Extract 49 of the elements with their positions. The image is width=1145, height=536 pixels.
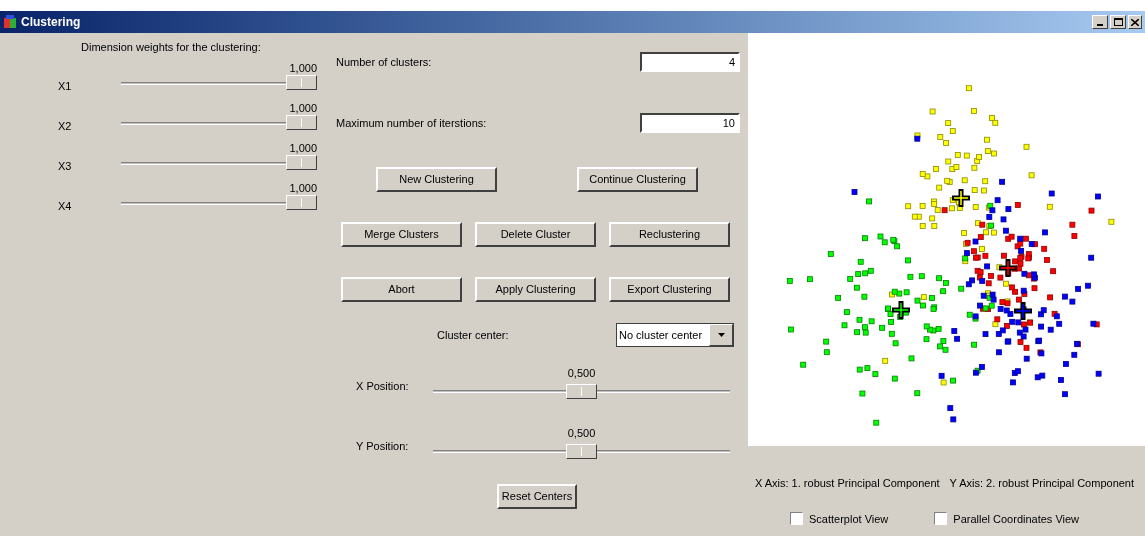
checkbox[interactable] bbox=[790, 512, 803, 526]
axis-label: X Axis: 1. robust Principal Component bbox=[754, 476, 940, 491]
slider-thumb[interactable] bbox=[566, 444, 597, 459]
cube-icon bbox=[3, 15, 17, 29]
action-button[interactable]: Reclustering bbox=[609, 222, 730, 247]
checkbox[interactable] bbox=[934, 512, 948, 526]
minimize-icon bbox=[1097, 24, 1103, 26]
slider-value: 1,000 bbox=[289, 182, 317, 194]
action-button[interactable]: Apply Clustering bbox=[475, 277, 596, 302]
field-label: Cluster center: bbox=[437, 327, 510, 343]
dropdown-arrow-icon bbox=[717, 333, 725, 337]
maximize-icon bbox=[1113, 18, 1123, 26]
slider-label: X1 bbox=[58, 80, 72, 92]
slider-label: Y Position: bbox=[356, 440, 409, 452]
minimize-button[interactable] bbox=[1092, 15, 1108, 29]
cluster-center-dropdown[interactable]: No cluster center bbox=[616, 323, 734, 347]
action-button[interactable]: New Clustering bbox=[376, 167, 497, 192]
slider-label: X3 bbox=[58, 160, 72, 172]
checkbox-label: Scatterplot View bbox=[809, 511, 889, 527]
slider-value: 0,500 bbox=[567, 367, 596, 379]
slider-thumb[interactable] bbox=[286, 155, 317, 170]
slider-thumb[interactable] bbox=[286, 195, 317, 210]
slider-value: 1,000 bbox=[289, 142, 317, 154]
slider-value: 1,000 bbox=[289, 62, 317, 74]
input-field[interactable]: 4 bbox=[640, 52, 740, 72]
field-label: Maximum number of iterstions: bbox=[336, 115, 487, 131]
maximize-button[interactable] bbox=[1110, 15, 1126, 29]
checkbox-label: Parallel Coordinates View bbox=[953, 511, 1080, 527]
action-button[interactable]: Export Clustering bbox=[609, 277, 730, 302]
action-button[interactable]: Continue Clustering bbox=[577, 167, 698, 192]
slider-value: 0,500 bbox=[567, 427, 596, 439]
reset-centers-button[interactable]: Reset Centers bbox=[497, 484, 577, 509]
field-label: Number of clusters: bbox=[336, 54, 432, 70]
input-field[interactable]: 10 bbox=[640, 113, 740, 133]
action-button[interactable]: Merge Clusters bbox=[341, 222, 462, 247]
slider-thumb[interactable] bbox=[286, 115, 317, 130]
section-heading: Dimension weights for the clustering: bbox=[81, 40, 262, 53]
slider-thumb[interactable] bbox=[566, 384, 597, 399]
close-icon bbox=[1131, 18, 1139, 26]
slider-label: X Position: bbox=[356, 380, 409, 392]
slider-thumb[interactable] bbox=[286, 75, 317, 90]
slider-label: X4 bbox=[58, 200, 72, 212]
action-button[interactable]: Abort bbox=[341, 277, 462, 302]
window-title: Clustering bbox=[21, 14, 81, 31]
axis-label: Y Axis: 2. robust Principal Component bbox=[949, 476, 1135, 491]
close-button[interactable] bbox=[1128, 15, 1142, 29]
slider-label: X2 bbox=[58, 120, 72, 132]
slider-value: 1,000 bbox=[289, 102, 317, 114]
action-button[interactable]: Delete Cluster bbox=[475, 222, 596, 247]
